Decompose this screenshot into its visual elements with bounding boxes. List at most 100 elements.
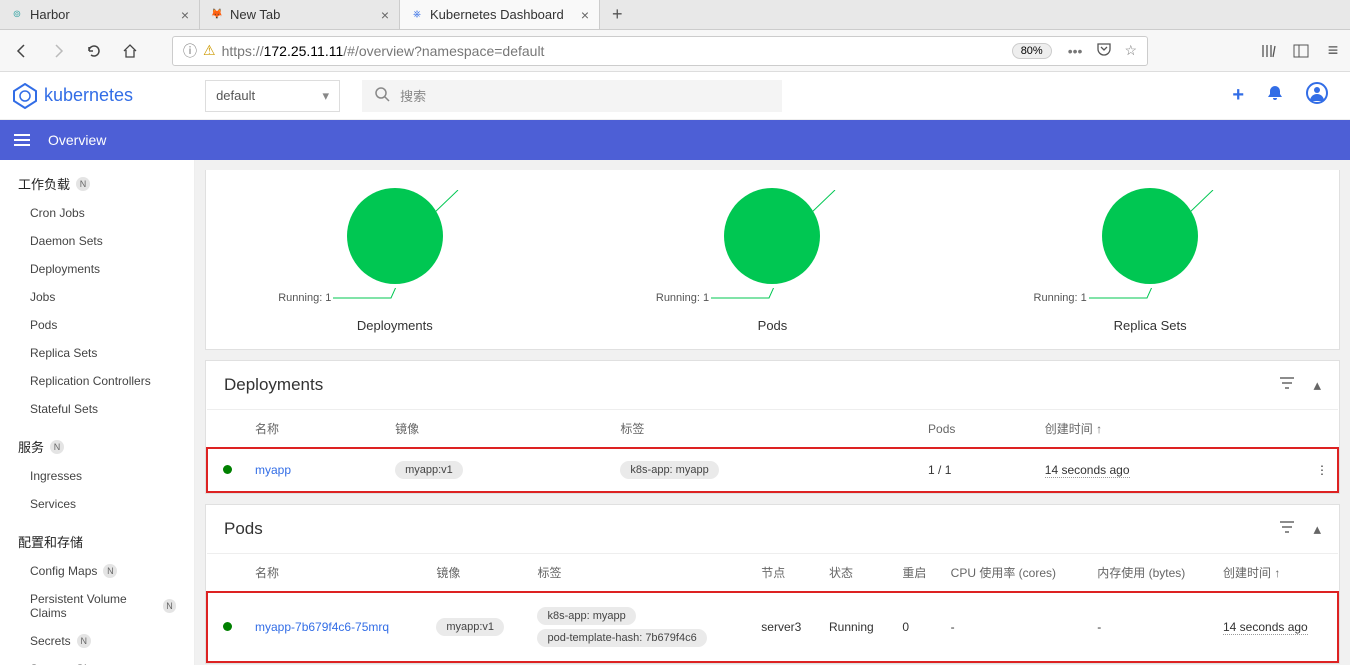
label-chip: pod-template-hash: 7b679f4c6 [537,629,706,647]
sidebar-item[interactable]: Deployments [0,255,194,283]
pocket-icon[interactable] [1096,41,1112,60]
donut: Running: 1 Replica Sets [1084,186,1217,333]
namespace-value: default [216,88,255,103]
tab-label: Harbor [30,7,70,22]
column-header[interactable]: 创建时间 ↑ [1037,410,1308,449]
search-placeholder: 搜索 [400,86,426,105]
k8s-logo[interactable]: kubernetes [12,83,133,109]
back-button[interactable] [8,37,36,65]
library-icon[interactable] [1260,42,1278,60]
pods-count: 1 / 1 [920,448,1037,492]
toolbar-right: ≡ [1260,42,1342,60]
pods-card: Pods ▴ 名称镜像标签节点状态重启CPU 使用率 (cores)内存使用 (… [205,504,1340,664]
create-button[interactable]: + [1232,84,1244,107]
column-header[interactable]: 节点 [753,554,821,593]
restarts-text: 0 [894,592,942,662]
k8s-header: kubernetes default ▾ 搜索 + [0,72,1350,120]
age-text: 14 seconds ago [1223,620,1308,635]
sidebar-item[interactable]: SecretsN [0,627,194,655]
reload-button[interactable] [80,37,108,65]
account-icon[interactable] [1306,82,1328,110]
favicon-k8s: ⎈ [410,8,424,22]
browser-toolbar: ⓘ ⚠ https://172.25.11.11/#/overview?name… [0,30,1350,72]
hamburger-icon[interactable] [14,134,30,146]
forward-button[interactable] [44,37,72,65]
menu-icon[interactable]: ≡ [1324,42,1342,60]
cpu-text: - [943,592,1090,662]
column-header[interactable]: 镜像 [428,554,529,593]
sidebar-item[interactable]: Daemon Sets [0,227,194,255]
close-icon[interactable]: × [581,7,589,23]
column-header[interactable]: Pods [920,410,1037,449]
tab-harbor[interactable]: ⊚ Harbor × [0,0,200,29]
column-header[interactable]: 状态 [821,554,894,593]
sidebar-section[interactable]: 工作负载N [0,160,194,199]
favicon-firefox: 🦊 [210,8,224,22]
status-text: Running [821,592,894,662]
info-icon[interactable]: ⓘ [183,41,197,61]
sidebar-item[interactable]: Storage Classes [0,655,194,665]
filter-icon[interactable] [1279,375,1295,395]
search-box[interactable]: 搜索 [362,80,782,112]
page-title: Overview [48,132,106,148]
sidebar-item[interactable]: Replica Sets [0,339,194,367]
column-header[interactable]: CPU 使用率 (cores) [943,554,1090,593]
sidebar-item[interactable]: Services [0,490,194,518]
sidebar-item[interactable]: Jobs [0,283,194,311]
section-title: Pods [224,519,263,539]
age-text: 14 seconds ago [1045,463,1130,478]
collapse-icon[interactable]: ▴ [1313,520,1321,538]
pod-link[interactable]: myapp-7b679f4c6-75mrq [255,620,389,634]
close-icon[interactable]: × [181,7,189,23]
column-header[interactable]: 标签 [612,410,920,449]
sidebar-item[interactable]: Config MapsN [0,557,194,585]
deployment-link[interactable]: myapp [255,463,291,477]
url-bar[interactable]: ⓘ ⚠ https://172.25.11.11/#/overview?name… [172,36,1148,66]
donut: Running: 1 Pods [706,186,839,333]
notifications-icon[interactable] [1266,84,1284,108]
k8s-logo-icon [12,83,38,109]
sidebar[interactable]: 工作负载NCron JobsDaemon SetsDeploymentsJobs… [0,160,195,665]
table-row: myapp-7b679f4c6-75mrq myapp:v1 k8s-app: … [207,592,1338,662]
browser-tabs: ⊚ Harbor × 🦊 New Tab × ⎈ Kubernetes Dash… [0,0,1350,30]
tab-label: Kubernetes Dashboard [430,7,564,22]
column-header[interactable]: 镜像 [387,410,612,449]
column-header[interactable]: 创建时间 ↑ [1215,554,1338,593]
table-row: myapp myapp:v1 k8s-app: myapp 1 / 1 14 s… [207,448,1338,492]
content[interactable]: Running: 1 Deployments Running: 1 Pods R… [195,160,1350,665]
more-icon[interactable]: ••• [1068,43,1083,59]
sidebar-item[interactable]: Replication Controllers [0,367,194,395]
search-icon [374,86,390,105]
status-dot [223,622,232,631]
label-chip: k8s-app: myapp [620,461,718,479]
sidebar-item[interactable]: Cron Jobs [0,199,194,227]
row-menu-icon[interactable]: ⋮ [1308,448,1338,492]
zoom-badge[interactable]: 80% [1012,43,1052,59]
sidebar-item[interactable]: Stateful Sets [0,395,194,423]
sidebar-section[interactable]: 配置和存储 [0,518,194,557]
column-header[interactable]: 名称 [247,410,387,449]
tab-label: New Tab [230,7,280,22]
lock-warning-icon[interactable]: ⚠ [203,42,216,59]
collapse-icon[interactable]: ▴ [1313,376,1321,394]
column-header[interactable]: 名称 [247,554,428,593]
sidebar-item[interactable]: Ingresses [0,462,194,490]
chevron-down-icon: ▾ [323,88,330,104]
node-text: server3 [753,592,821,662]
namespace-select[interactable]: default ▾ [205,80,340,112]
tab-newtab[interactable]: 🦊 New Tab × [200,0,400,29]
new-tab-button[interactable]: + [600,0,635,29]
bookmark-icon[interactable]: ☆ [1124,42,1137,59]
column-header[interactable]: 重启 [894,554,942,593]
close-icon[interactable]: × [381,7,389,23]
favicon-harbor: ⊚ [10,8,24,22]
column-header[interactable]: 内存使用 (bytes) [1089,554,1215,593]
sidebar-section[interactable]: 服务N [0,423,194,462]
home-button[interactable] [116,37,144,65]
sidebar-item[interactable]: Persistent Volume ClaimsN [0,585,194,627]
sidebar-icon[interactable] [1292,42,1310,60]
tab-k8s-dashboard[interactable]: ⎈ Kubernetes Dashboard × [400,0,600,29]
column-header[interactable]: 标签 [529,554,753,593]
sidebar-item[interactable]: Pods [0,311,194,339]
filter-icon[interactable] [1279,519,1295,539]
